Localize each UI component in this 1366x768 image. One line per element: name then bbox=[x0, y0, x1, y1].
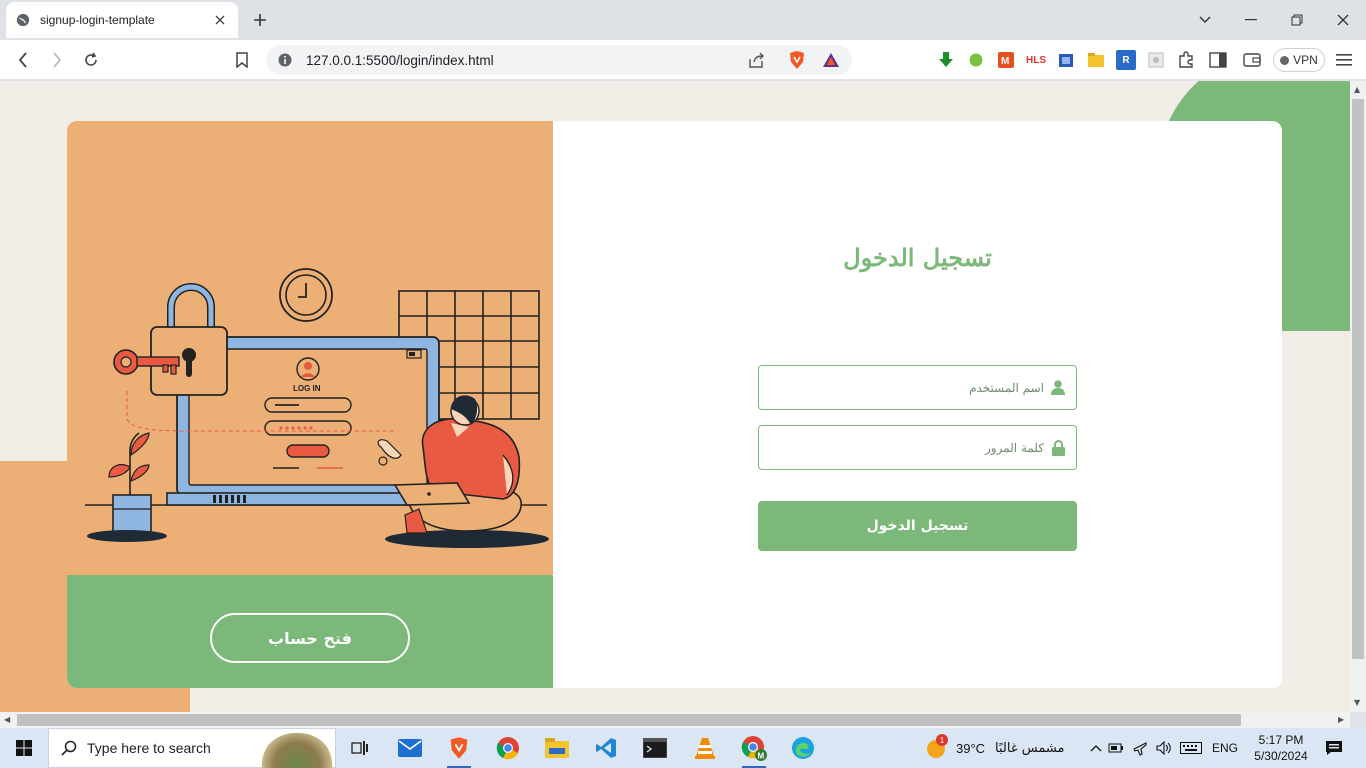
svg-text:M: M bbox=[758, 752, 765, 761]
plant-graphic bbox=[87, 432, 167, 542]
tab-search-icon[interactable] bbox=[1191, 8, 1219, 32]
show-hidden-icons-icon[interactable] bbox=[1088, 744, 1104, 752]
globe-icon bbox=[16, 13, 30, 27]
clock-time: 5:17 PM bbox=[1258, 733, 1304, 747]
tab-title: signup-login-template bbox=[40, 13, 155, 27]
vpn-label: VPN bbox=[1293, 53, 1318, 67]
signup-panel: LOG IN فتح حساب bbox=[67, 121, 553, 688]
restore-button[interactable] bbox=[1283, 8, 1311, 32]
mail-app-icon[interactable] bbox=[390, 732, 430, 764]
extension-folder-icon[interactable] bbox=[1086, 50, 1106, 70]
login-illustration: LOG IN bbox=[67, 121, 553, 575]
windows-taskbar: Type here to search M 1 39°C مشمس غالبًا… bbox=[0, 728, 1366, 768]
login-button[interactable]: تسجيل الدخول bbox=[758, 501, 1077, 551]
clock[interactable]: 5:17 PM 5/30/2024 bbox=[1250, 728, 1312, 768]
login-card: LOG IN فتح حساب تسجيل الدخول اسم المستخد… bbox=[67, 121, 1282, 688]
user-icon bbox=[1050, 380, 1066, 396]
login-form-panel: تسجيل الدخول تسجيل الدخول bbox=[553, 121, 1282, 688]
address-bar[interactable]: 127.0.0.1:5500/login/index.html bbox=[266, 45, 852, 75]
language-indicator[interactable]: ENG bbox=[1212, 741, 1238, 755]
reload-button[interactable] bbox=[79, 48, 103, 72]
battery-icon[interactable] bbox=[1104, 743, 1128, 753]
system-tray: ENG bbox=[1088, 728, 1238, 768]
padlock-graphic bbox=[150, 283, 228, 396]
weather-widget[interactable]: 1 39°C مشمس غالبًا bbox=[924, 728, 1064, 768]
username-field[interactable] bbox=[758, 365, 1077, 410]
signup-section: فتح حساب bbox=[67, 575, 553, 688]
scroll-down-arrow-icon[interactable]: ▼ bbox=[1354, 698, 1360, 707]
menu-icon[interactable] bbox=[1334, 50, 1354, 70]
bookmark-icon[interactable] bbox=[230, 48, 254, 72]
windows-start-button[interactable] bbox=[0, 728, 48, 768]
status-dot-icon[interactable] bbox=[966, 50, 986, 70]
lock-icon bbox=[1050, 439, 1066, 456]
url-text[interactable]: 127.0.0.1:5500/login/index.html bbox=[306, 53, 748, 68]
brave-rewards-icon[interactable] bbox=[822, 52, 840, 68]
clock-date: 5/30/2024 bbox=[1254, 749, 1308, 763]
airplane-mode-icon[interactable] bbox=[1128, 740, 1152, 756]
illustration-login-text: LOG IN bbox=[293, 384, 321, 393]
terminal-taskbar-icon[interactable] bbox=[635, 732, 675, 764]
search-icon bbox=[61, 740, 77, 756]
weather-sun-icon: 1 bbox=[924, 734, 948, 760]
create-account-button[interactable]: فتح حساب bbox=[210, 613, 410, 663]
weather-condition: مشمس غالبًا bbox=[995, 740, 1065, 756]
vscode-taskbar-icon[interactable] bbox=[586, 732, 626, 764]
sidebar-toggle-icon[interactable] bbox=[1208, 50, 1228, 70]
vertical-scrollbar[interactable]: ▲ ▼ bbox=[1350, 81, 1366, 712]
clock-graphic bbox=[279, 268, 333, 322]
r-extension-icon[interactable]: R bbox=[1116, 50, 1136, 70]
password-field[interactable] bbox=[758, 425, 1077, 470]
close-tab-icon[interactable] bbox=[212, 12, 228, 28]
search-placeholder: Type here to search bbox=[87, 740, 211, 756]
back-button[interactable] bbox=[11, 48, 35, 72]
volume-icon[interactable] bbox=[1152, 741, 1176, 755]
navigation-bar: 127.0.0.1:5500/login/index.html M HLS R … bbox=[0, 40, 1366, 80]
search-highlight-image bbox=[259, 733, 335, 768]
extension-cube-icon[interactable] bbox=[1056, 50, 1076, 70]
chrome-profile-taskbar-icon[interactable]: M bbox=[734, 732, 774, 768]
page-viewport: LOG IN فتح حساب تسجيل الدخول اسم المستخد… bbox=[0, 81, 1350, 712]
download-icon[interactable] bbox=[936, 50, 956, 70]
vpn-status-icon bbox=[1280, 55, 1290, 65]
login-title: تسجيل الدخول bbox=[843, 243, 992, 272]
vlc-taskbar-icon[interactable] bbox=[685, 732, 725, 764]
keyboard-icon[interactable] bbox=[1176, 742, 1206, 754]
svg-text:M: M bbox=[1001, 56, 1009, 67]
username-input[interactable] bbox=[759, 366, 1050, 409]
weather-temperature: 39°C bbox=[956, 740, 986, 756]
edge-taskbar-icon[interactable] bbox=[783, 732, 823, 764]
browser-tab[interactable]: signup-login-template bbox=[6, 2, 238, 38]
vpn-button[interactable]: VPN bbox=[1273, 48, 1325, 72]
scroll-right-arrow-icon[interactable]: ▶ bbox=[1338, 715, 1344, 724]
vertical-scroll-thumb[interactable] bbox=[1352, 99, 1364, 659]
notification-center-icon[interactable] bbox=[1314, 732, 1354, 764]
file-explorer-icon[interactable] bbox=[537, 732, 577, 764]
password-input[interactable] bbox=[759, 426, 1050, 469]
tab-bar: signup-login-template bbox=[0, 0, 1366, 40]
hls-extension-icon[interactable]: HLS bbox=[1026, 50, 1046, 70]
forward-button[interactable] bbox=[45, 48, 69, 72]
horizontal-scroll-thumb[interactable] bbox=[17, 714, 1241, 726]
chrome-taskbar-icon[interactable] bbox=[488, 732, 528, 764]
site-info-icon[interactable] bbox=[278, 53, 292, 67]
brave-shields-icon[interactable] bbox=[788, 50, 806, 70]
scroll-up-arrow-icon[interactable]: ▲ bbox=[1354, 85, 1360, 94]
close-window-button[interactable] bbox=[1329, 8, 1357, 32]
extension-m-icon[interactable]: M bbox=[996, 50, 1016, 70]
taskbar-search-box[interactable]: Type here to search bbox=[48, 728, 336, 768]
weather-alert-badge: 1 bbox=[936, 734, 948, 746]
scroll-left-arrow-icon[interactable]: ◀ bbox=[4, 715, 10, 724]
extensions-puzzle-icon[interactable] bbox=[1176, 50, 1196, 70]
share-icon[interactable] bbox=[748, 52, 766, 68]
task-view-icon[interactable] bbox=[340, 732, 380, 764]
wallet-icon[interactable] bbox=[1242, 50, 1262, 70]
minimize-button[interactable] bbox=[1237, 8, 1265, 32]
new-tab-button[interactable] bbox=[250, 10, 270, 30]
extension-gear-icon[interactable] bbox=[1146, 50, 1166, 70]
horizontal-scrollbar[interactable]: ◀ ▶ bbox=[0, 712, 1350, 728]
windows-logo-icon bbox=[16, 740, 32, 756]
brave-browser-taskbar-icon[interactable] bbox=[439, 732, 479, 768]
